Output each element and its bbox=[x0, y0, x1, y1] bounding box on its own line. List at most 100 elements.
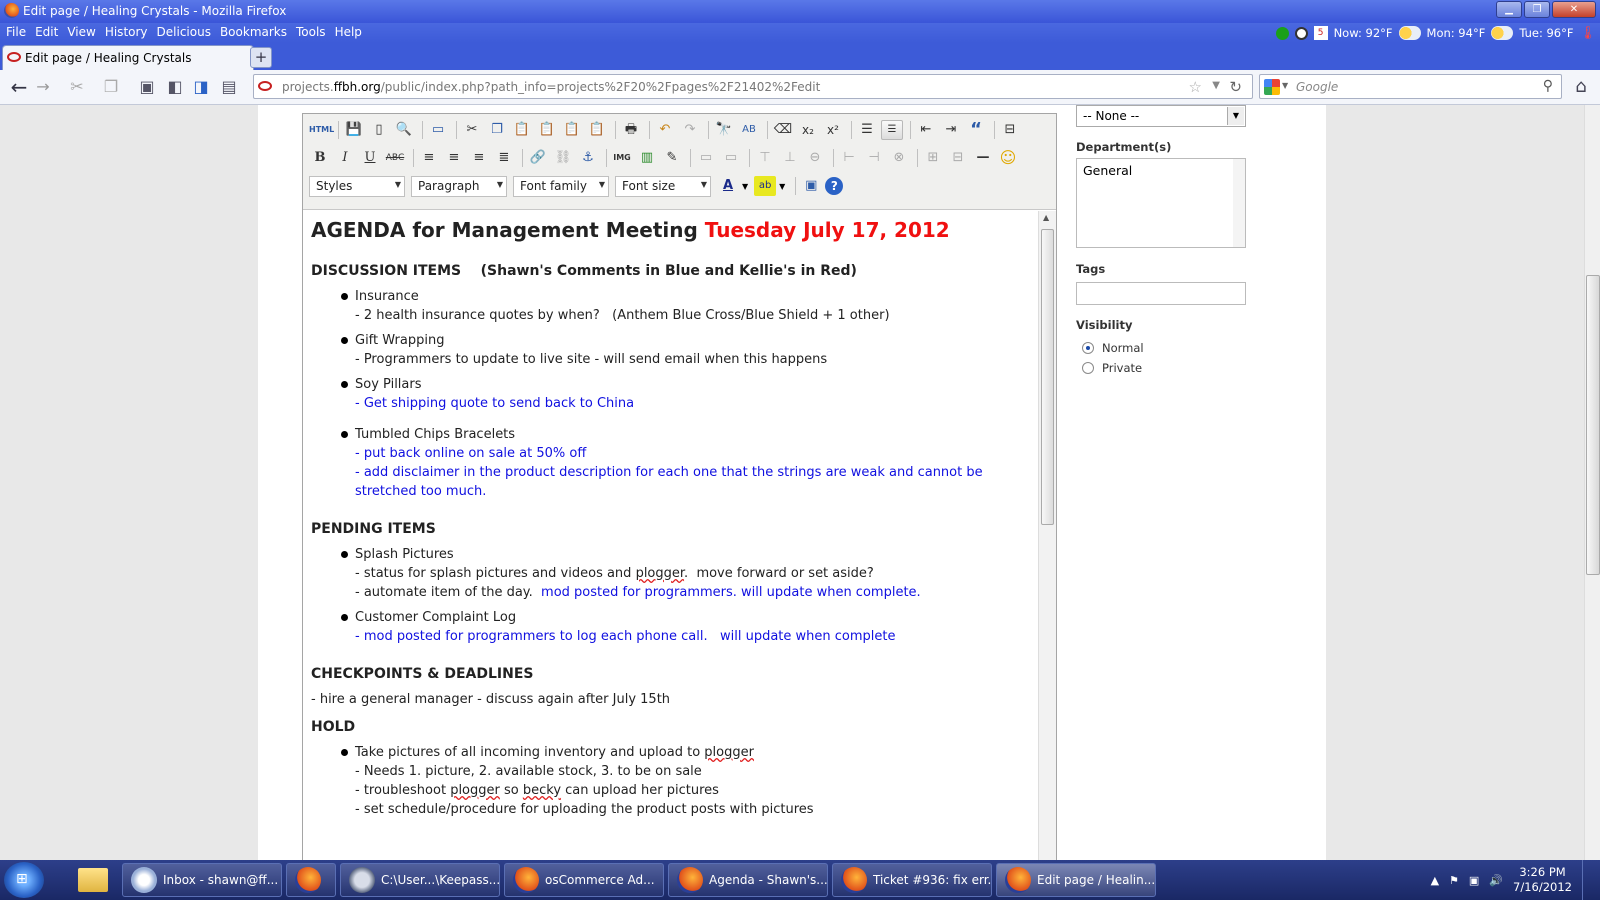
blockquote-icon[interactable]: “ bbox=[965, 120, 987, 140]
weather-now[interactable]: Now: 92°F bbox=[1334, 26, 1393, 40]
template-icon[interactable]: ▭ bbox=[427, 120, 449, 140]
paste-icon[interactable]: ▣ bbox=[136, 77, 158, 97]
taskbar-ticket[interactable]: Ticket #936: fix err... bbox=[832, 863, 992, 897]
menu-edit[interactable]: Edit bbox=[31, 24, 62, 40]
volume-icon[interactable]: 🔊 bbox=[1489, 874, 1503, 887]
taskbar-inbox[interactable]: Inbox - shawn@ff... bbox=[122, 863, 282, 897]
weather-tuesday[interactable]: Tue: 96°F bbox=[1519, 26, 1573, 40]
department-option[interactable]: General bbox=[1083, 163, 1239, 178]
menu-delicious[interactable]: Delicious bbox=[153, 24, 215, 40]
fullscreen-icon[interactable]: ▣ bbox=[800, 176, 822, 196]
insert-row-before-icon[interactable]: ⊤ bbox=[754, 148, 776, 168]
align-left-icon[interactable]: ≡ bbox=[418, 148, 440, 168]
table-cell-icon[interactable]: ▭ bbox=[720, 148, 742, 168]
print-icon-editor[interactable]: 🖶 bbox=[620, 120, 642, 140]
menu-bookmarks[interactable]: Bookmarks bbox=[216, 24, 291, 40]
clock[interactable]: 3:26 PM 7/16/2012 bbox=[1513, 865, 1572, 895]
taskbar-explorer[interactable] bbox=[70, 863, 110, 897]
insert-row-after-icon[interactable]: ⊥ bbox=[779, 148, 801, 168]
media-icon[interactable]: ▥ bbox=[636, 148, 658, 168]
delete-col-icon[interactable]: ⊗ bbox=[888, 148, 910, 168]
subscript-icon[interactable]: x₂ bbox=[797, 120, 819, 140]
window-icon[interactable]: ◨ bbox=[190, 77, 212, 97]
taskbar-keepass[interactable]: C:\User...\Keepass... bbox=[340, 863, 500, 897]
bullet-list-icon[interactable]: ☰ bbox=[881, 120, 903, 140]
new-tab-button[interactable]: + bbox=[250, 47, 272, 68]
chevron-down-icon[interactable]: ▼ bbox=[779, 182, 785, 191]
menu-help[interactable]: Help bbox=[331, 24, 366, 40]
emoticon-icon[interactable]: ☺ bbox=[997, 148, 1019, 168]
copy-icon[interactable]: ❐ bbox=[100, 77, 122, 97]
cut-icon[interactable]: ✂ bbox=[66, 77, 88, 97]
close-button[interactable]: ✕ bbox=[1552, 1, 1596, 18]
help-icon[interactable]: ? bbox=[825, 177, 844, 195]
back-icon[interactable]: ← bbox=[8, 77, 30, 97]
editor-scrollbar[interactable]: ▲ bbox=[1038, 211, 1056, 860]
screenshot-icon[interactable]: ◧ bbox=[164, 77, 186, 97]
clock-icon[interactable] bbox=[1294, 26, 1308, 40]
numbered-list-icon[interactable]: ☰ bbox=[856, 120, 878, 140]
align-center-icon[interactable]: ≡ bbox=[443, 148, 465, 168]
print-icon[interactable]: ▤ bbox=[218, 77, 240, 97]
delete-row-icon[interactable]: ⊖ bbox=[804, 148, 826, 168]
bold-icon[interactable]: B bbox=[309, 148, 331, 168]
eraser-icon[interactable]: ⌫ bbox=[772, 120, 794, 140]
scroll-up-icon[interactable]: ▲ bbox=[1043, 213, 1049, 222]
underline-icon[interactable]: U bbox=[359, 148, 381, 168]
taskbar-oscommerce[interactable]: osCommerce Ad... bbox=[504, 863, 664, 897]
departments-list[interactable]: General bbox=[1076, 158, 1246, 248]
list-scrollbar[interactable] bbox=[1233, 159, 1245, 247]
scrollbar-thumb[interactable] bbox=[1041, 229, 1054, 525]
browser-scrollbar[interactable] bbox=[1584, 105, 1600, 860]
browser-scrollbar-thumb[interactable] bbox=[1586, 275, 1600, 575]
find-icon[interactable]: 🔭 bbox=[713, 120, 735, 140]
replace-icon[interactable]: AB bbox=[738, 120, 760, 140]
tab-edit-page[interactable]: Edit page / Healing Crystals bbox=[2, 45, 254, 70]
taskbar-agenda[interactable]: Agenda - Shawn's... bbox=[668, 863, 828, 897]
site-identity-icon[interactable] bbox=[258, 81, 272, 91]
format-select[interactable]: Paragraph ▼ bbox=[411, 175, 507, 197]
reload-icon[interactable]: ↻ bbox=[1229, 78, 1242, 96]
split-cells-icon[interactable]: ⊞ bbox=[922, 148, 944, 168]
home-icon[interactable]: ⌂ bbox=[1570, 76, 1592, 98]
radio-normal[interactable] bbox=[1082, 342, 1094, 354]
search-engine-dropdown-icon[interactable]: ▼ bbox=[1282, 81, 1288, 90]
start-button[interactable]: ⊞ bbox=[4, 862, 44, 898]
new-document-icon[interactable]: ▯ bbox=[368, 120, 390, 140]
menu-file[interactable]: File bbox=[2, 24, 30, 40]
weather-monday[interactable]: Mon: 94°F bbox=[1427, 26, 1486, 40]
styles-select[interactable]: Styles ▼ bbox=[309, 175, 405, 197]
address-bar[interactable]: projects.ffbh.org/public/index.php?path_… bbox=[253, 74, 1253, 99]
table-row-icon[interactable]: ▭ bbox=[695, 148, 717, 168]
strikethrough-icon[interactable]: ABC bbox=[384, 148, 406, 168]
menu-tools[interactable]: Tools bbox=[292, 24, 330, 40]
paste-text-icon[interactable]: 📋 bbox=[536, 120, 558, 140]
align-right-icon[interactable]: ≡ bbox=[468, 148, 490, 168]
tray-expand-icon[interactable]: ▲ bbox=[1431, 874, 1439, 887]
preview-icon[interactable]: 🔍 bbox=[393, 120, 415, 140]
cut-icon-editor[interactable]: ✂ bbox=[461, 120, 483, 140]
html-source-button[interactable]: HTML bbox=[309, 120, 334, 140]
undo-icon[interactable]: ↶ bbox=[654, 120, 676, 140]
taskbar-edit-page[interactable]: Edit page / Healin... bbox=[996, 863, 1156, 897]
tags-input[interactable] bbox=[1076, 282, 1246, 305]
search-bar[interactable]: ▼ Google ⚲ bbox=[1259, 74, 1562, 99]
merge-cells-icon[interactable]: ⊟ bbox=[947, 148, 969, 168]
superscript-icon[interactable]: x² bbox=[822, 120, 844, 140]
flag-icon[interactable]: ⚑ bbox=[1449, 874, 1459, 887]
taskbar-firefox[interactable] bbox=[286, 863, 336, 897]
paste-word-icon[interactable]: 📋 bbox=[561, 120, 583, 140]
forward-icon[interactable]: → bbox=[32, 77, 54, 97]
insert-col-before-icon[interactable]: ⊢ bbox=[838, 148, 860, 168]
parent-select[interactable]: -- None -- ▼ bbox=[1076, 105, 1246, 127]
select-all-icon[interactable]: 📋 bbox=[586, 120, 608, 140]
page-break-icon[interactable]: ⊟ bbox=[999, 120, 1021, 140]
image-icon[interactable]: IMG bbox=[611, 148, 633, 168]
menu-history[interactable]: History bbox=[101, 24, 152, 40]
visibility-private-option[interactable]: Private bbox=[1082, 361, 1142, 375]
indent-icon[interactable]: ⇥ bbox=[940, 120, 962, 140]
horizontal-rule-icon[interactable]: — bbox=[972, 148, 994, 168]
google-icon[interactable] bbox=[1264, 79, 1280, 95]
calendar-icon[interactable]: 5 bbox=[1313, 26, 1328, 40]
insert-col-after-icon[interactable]: ⊣ bbox=[863, 148, 885, 168]
